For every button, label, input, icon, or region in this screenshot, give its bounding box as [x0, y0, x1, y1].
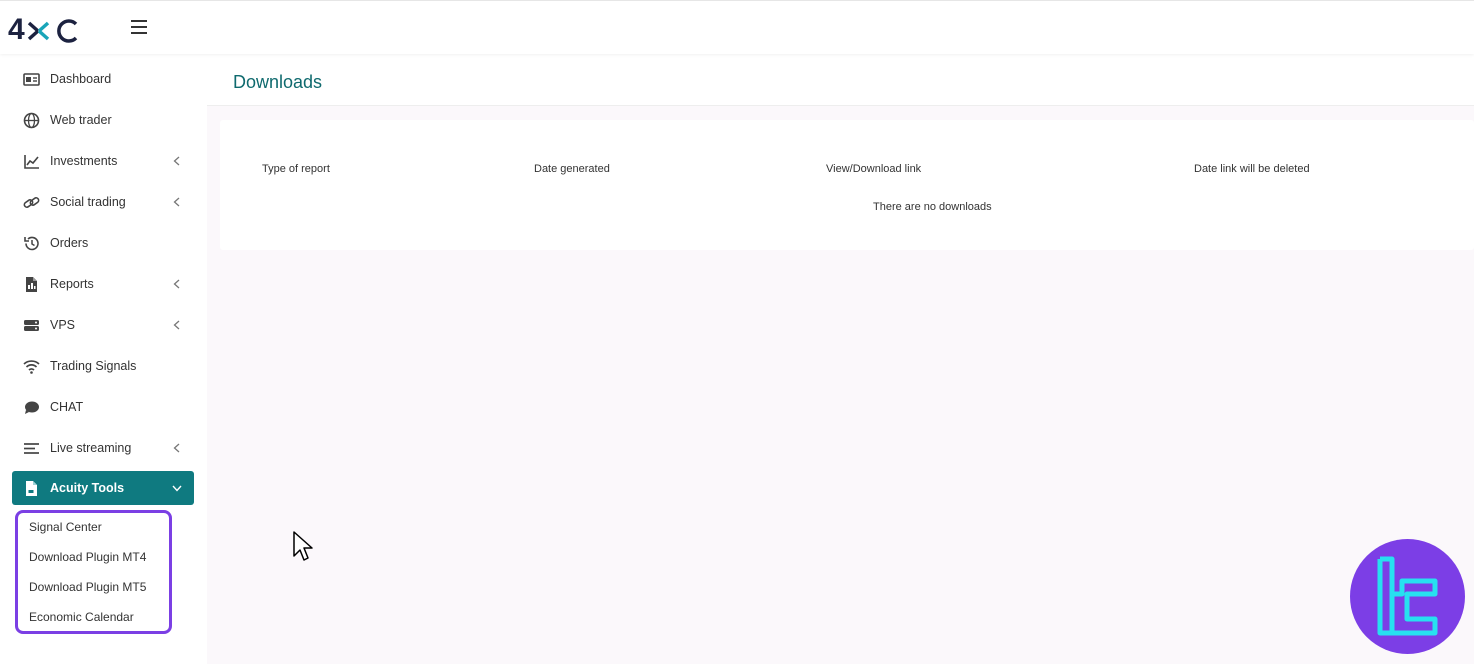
list-icon: [24, 443, 39, 454]
mouse-cursor-icon: [293, 531, 313, 561]
chevron-left-icon: [173, 279, 180, 289]
chevron-left-icon: [173, 156, 180, 166]
watermark-badge: [1350, 539, 1465, 654]
brand-logo[interactable]: 4: [8, 13, 88, 43]
acuity-tools-submenu: Signal Center Download Plugin MT4 Downlo…: [15, 510, 172, 634]
sidebar-item-label: Trading Signals: [50, 359, 137, 373]
sidebar-item-label: Dashboard: [50, 72, 112, 86]
chevron-down-icon: [172, 485, 182, 492]
history-icon: [24, 236, 39, 251]
sidebar-item-live-streaming[interactable]: Live streaming: [12, 431, 194, 465]
sidebar-item-label: Web trader: [50, 113, 112, 127]
sidebar-item-label: Live streaming: [50, 441, 132, 455]
sidebar-item-label: Investments: [50, 154, 118, 168]
content-header: Downloads: [207, 54, 1474, 106]
chevron-left-icon: [173, 197, 180, 207]
submenu-item-download-plugin-mt4[interactable]: Download Plugin MT4: [29, 550, 146, 564]
chevron-left-icon: [173, 320, 180, 330]
column-header-view-download-link: View/Download link: [826, 163, 922, 175]
dashboard-icon: [23, 73, 40, 86]
document-icon: [26, 481, 37, 496]
column-header-date-generated: Date generated: [534, 163, 610, 175]
page-title: Downloads: [233, 72, 323, 92]
submenu-item-signal-center[interactable]: Signal Center: [29, 520, 102, 534]
server-icon: [24, 320, 39, 331]
sidebar-item-vps[interactable]: VPS: [12, 308, 194, 342]
column-header-type: Type of report: [262, 163, 330, 175]
chart-line-icon: [24, 155, 39, 169]
globe-icon: [23, 112, 40, 129]
submenu-item-economic-calendar[interactable]: Economic Calendar: [29, 610, 134, 624]
sidebar-item-label: Reports: [50, 277, 94, 291]
column-header-date-deleted: Date link will be deleted: [1194, 163, 1310, 175]
sidebar-item-dashboard[interactable]: Dashboard: [12, 62, 194, 96]
downloads-table: Type of report Date generated View/Downl…: [220, 120, 1474, 250]
sidebar-item-label: CHAT: [50, 400, 84, 414]
sidebar-item-orders[interactable]: Orders: [12, 226, 194, 260]
sidebar-item-chat[interactable]: CHAT: [12, 390, 194, 424]
watermark-logo-icon: [1377, 556, 1438, 636]
sidebar-item-label: Orders: [50, 236, 89, 250]
empty-state-message: There are no downloads: [873, 201, 992, 213]
chevron-left-icon: [173, 443, 180, 453]
sidebar-item-social-trading[interactable]: Social trading: [12, 185, 194, 219]
chat-icon: [25, 401, 39, 414]
submenu-item-download-plugin-mt5[interactable]: Download Plugin MT5: [29, 580, 146, 594]
svg-text:4: 4: [8, 13, 25, 43]
sidebar-item-label: Social trading: [50, 195, 126, 209]
sidebar-item-investments[interactable]: Investments: [12, 144, 194, 178]
top-bar: 4: [0, 0, 1474, 54]
sidebar-item-acuity-tools[interactable]: Acuity Tools: [12, 471, 194, 505]
sidebar-item-web-trader[interactable]: Web trader: [12, 103, 194, 137]
link-icon: [23, 197, 40, 208]
menu-toggle-icon[interactable]: [131, 20, 147, 34]
sidebar-item-trading-signals[interactable]: Trading Signals: [12, 349, 194, 383]
file-icon: [26, 277, 37, 292]
wifi-icon: [23, 360, 40, 374]
sidebar-item-label: Acuity Tools: [50, 481, 125, 495]
sidebar-item-label: VPS: [50, 318, 76, 332]
sidebar-item-reports[interactable]: Reports: [12, 267, 194, 301]
